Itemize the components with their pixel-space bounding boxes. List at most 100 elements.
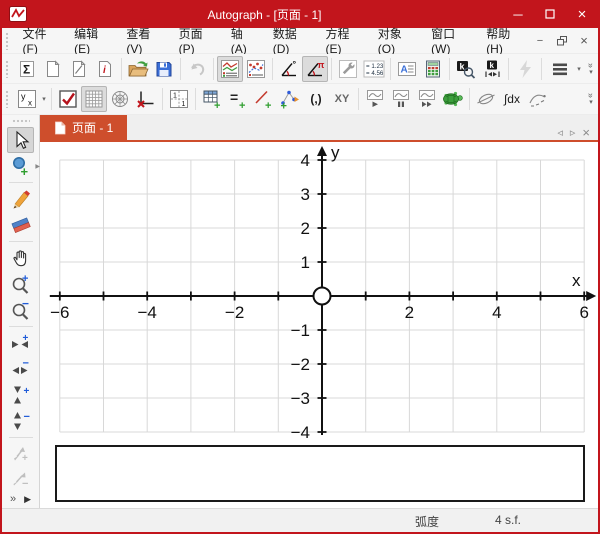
- graph-canvas[interactable]: −6−4−2246−4−3−2−11234xy: [40, 142, 598, 508]
- svg-text:+: +: [23, 386, 29, 397]
- overflow-down-icon: ▾: [589, 99, 593, 106]
- tab-prev-button[interactable]: ◃: [557, 126, 563, 139]
- select-mode-button[interactable]: [7, 127, 34, 153]
- equation-entry-mode-button[interactable]: y x: [14, 86, 40, 112]
- line-thickness-dropdown[interactable]: ▾: [575, 65, 583, 73]
- graph-plot-area[interactable]: −6−4−2246−4−3−2−11234xy: [40, 142, 598, 442]
- scribble-pen-button[interactable]: [7, 186, 34, 212]
- animation-play-button[interactable]: [362, 86, 388, 112]
- overflow-chevron-icon: »: [587, 62, 594, 67]
- add-equation-button[interactable]: = +: [225, 86, 251, 112]
- separator: [358, 88, 359, 110]
- tab-bar: 页面 - 1 ◃ ▹ ×: [40, 115, 598, 142]
- add-equation-icon: = +: [227, 88, 249, 110]
- menubar-grip[interactable]: [5, 32, 10, 50]
- zoom-in-y-button[interactable]: +: [7, 382, 34, 408]
- sidebar-grip[interactable]: [12, 119, 30, 124]
- polar-grid-button[interactable]: [107, 86, 133, 112]
- toolbar1-overflow-button[interactable]: » ▾: [584, 62, 598, 76]
- hide-axes-button[interactable]: [133, 86, 159, 112]
- integral-icon: ∫dx: [504, 92, 520, 106]
- animation-fast-forward-button[interactable]: [414, 86, 440, 112]
- fast-plot-button[interactable]: [512, 56, 538, 82]
- toolbar2-overflow-button[interactable]: » ▾: [584, 92, 598, 106]
- integral-button[interactable]: ∫dx: [499, 86, 525, 112]
- zoom-in-button[interactable]: +: [7, 271, 34, 297]
- statistics-mode-button[interactable]: [243, 56, 269, 82]
- decimal-places-button[interactable]: = 1.23 = 4.56: [361, 56, 387, 82]
- mdi-minimize-button[interactable]: −: [530, 32, 550, 50]
- mdi-close-button[interactable]: ×: [574, 32, 594, 50]
- zoom-in-x-button[interactable]: +: [7, 330, 34, 356]
- checkbox-check-icon: [57, 88, 79, 110]
- open-file-button[interactable]: [125, 56, 151, 82]
- app-logo-icon: [9, 6, 27, 22]
- animation-pause-button[interactable]: [388, 86, 414, 112]
- slow-plot-button[interactable]: [440, 86, 466, 112]
- x-tick-label: −6: [50, 303, 69, 322]
- enter-coordinates-button[interactable]: (,): [303, 86, 329, 112]
- graph-page-mode-button[interactable]: [217, 56, 243, 82]
- settings-button[interactable]: [335, 56, 361, 82]
- tab-close-button[interactable]: ×: [582, 125, 590, 140]
- undo-button[interactable]: [184, 56, 210, 82]
- gradient-function-button[interactable]: [473, 86, 499, 112]
- svg-text:°: °: [293, 59, 297, 69]
- drag-pan-button[interactable]: [7, 245, 34, 271]
- equation-entry-dropdown[interactable]: ▾: [40, 95, 48, 103]
- svg-text:+: +: [22, 453, 28, 464]
- sidebar-more-button[interactable]: »: [10, 493, 16, 505]
- toolbar1-grip[interactable]: [5, 60, 10, 78]
- page-column: 页面 - 1 ◃ ▹ × −6−4−2246−4−3−2−11234xy: [40, 115, 598, 508]
- toolbar2-grip[interactable]: [5, 90, 10, 108]
- new-statistics-page-button[interactable]: Σ: [14, 56, 40, 82]
- save-button[interactable]: [151, 56, 177, 82]
- constant-controller-button[interactable]: k: [453, 56, 479, 82]
- eraser-button[interactable]: [7, 212, 34, 238]
- text-box-button[interactable]: A: [394, 56, 420, 82]
- page-info-button[interactable]: i: [92, 56, 118, 82]
- separator: [9, 182, 33, 183]
- maximize-button[interactable]: [534, 0, 566, 28]
- constant-step-button[interactable]: k: [479, 56, 505, 82]
- line-thickness-button[interactable]: [545, 56, 575, 82]
- autograph-window: Autograph - [页面 - 1] ─ × 文件(F)编辑(E)查看(V)…: [0, 0, 600, 534]
- chart-stats-icon: [246, 59, 266, 79]
- wrench-icon: [338, 59, 358, 79]
- toolbar-graph: y x ▾: [2, 84, 598, 115]
- derivative-button[interactable]: [525, 86, 551, 112]
- add-data-table-button[interactable]: +: [199, 86, 225, 112]
- add-straight-line-button[interactable]: +: [251, 86, 277, 112]
- xy-icon: XY: [335, 93, 350, 105]
- tab-page-1[interactable]: 页面 - 1: [40, 115, 127, 140]
- sidebar-expand-button[interactable]: ▶: [24, 494, 31, 505]
- menu-bar: 文件(F)编辑(E)查看(V)页面(P)轴(A)数据(D)方程(E)对象(O)窗…: [2, 28, 598, 54]
- separator: [508, 58, 509, 80]
- tab-next-button[interactable]: ▹: [570, 126, 576, 139]
- separator: [331, 58, 332, 80]
- zoom-out-xy-button[interactable]: −: [7, 467, 34, 493]
- calculator-button[interactable]: [420, 56, 446, 82]
- y-axis-arrow: [317, 146, 327, 156]
- add-shape-button[interactable]: +: [277, 86, 303, 112]
- degrees-mode-button[interactable]: °: [276, 56, 302, 82]
- whiteboard-mode-button[interactable]: [55, 86, 81, 112]
- mdi-restore-button[interactable]: [552, 32, 572, 50]
- new-page-button[interactable]: [40, 56, 66, 82]
- xy-data-button[interactable]: XY: [329, 86, 355, 112]
- radians-mode-button[interactable]: π: [302, 56, 328, 82]
- lightning-icon: [516, 59, 534, 79]
- zoom-out-x-button[interactable]: −: [7, 356, 34, 382]
- add-point-button[interactable]: + ▶: [7, 153, 34, 179]
- new-graph-page-button[interactable]: [66, 56, 92, 82]
- close-button[interactable]: ×: [566, 0, 598, 28]
- svg-text:= 1.23: = 1.23: [366, 63, 384, 70]
- object-status-box: [55, 445, 585, 502]
- zoom-out-button[interactable]: −: [7, 297, 34, 323]
- hide-axes-icon: [136, 89, 156, 109]
- zoom-in-xy-button[interactable]: +: [7, 441, 34, 467]
- constant-step-icon: k: [481, 59, 503, 79]
- equal-aspect-button[interactable]: 1 1: [166, 86, 192, 112]
- show-grid-button[interactable]: [81, 86, 107, 112]
- zoom-out-y-button[interactable]: −: [7, 408, 34, 434]
